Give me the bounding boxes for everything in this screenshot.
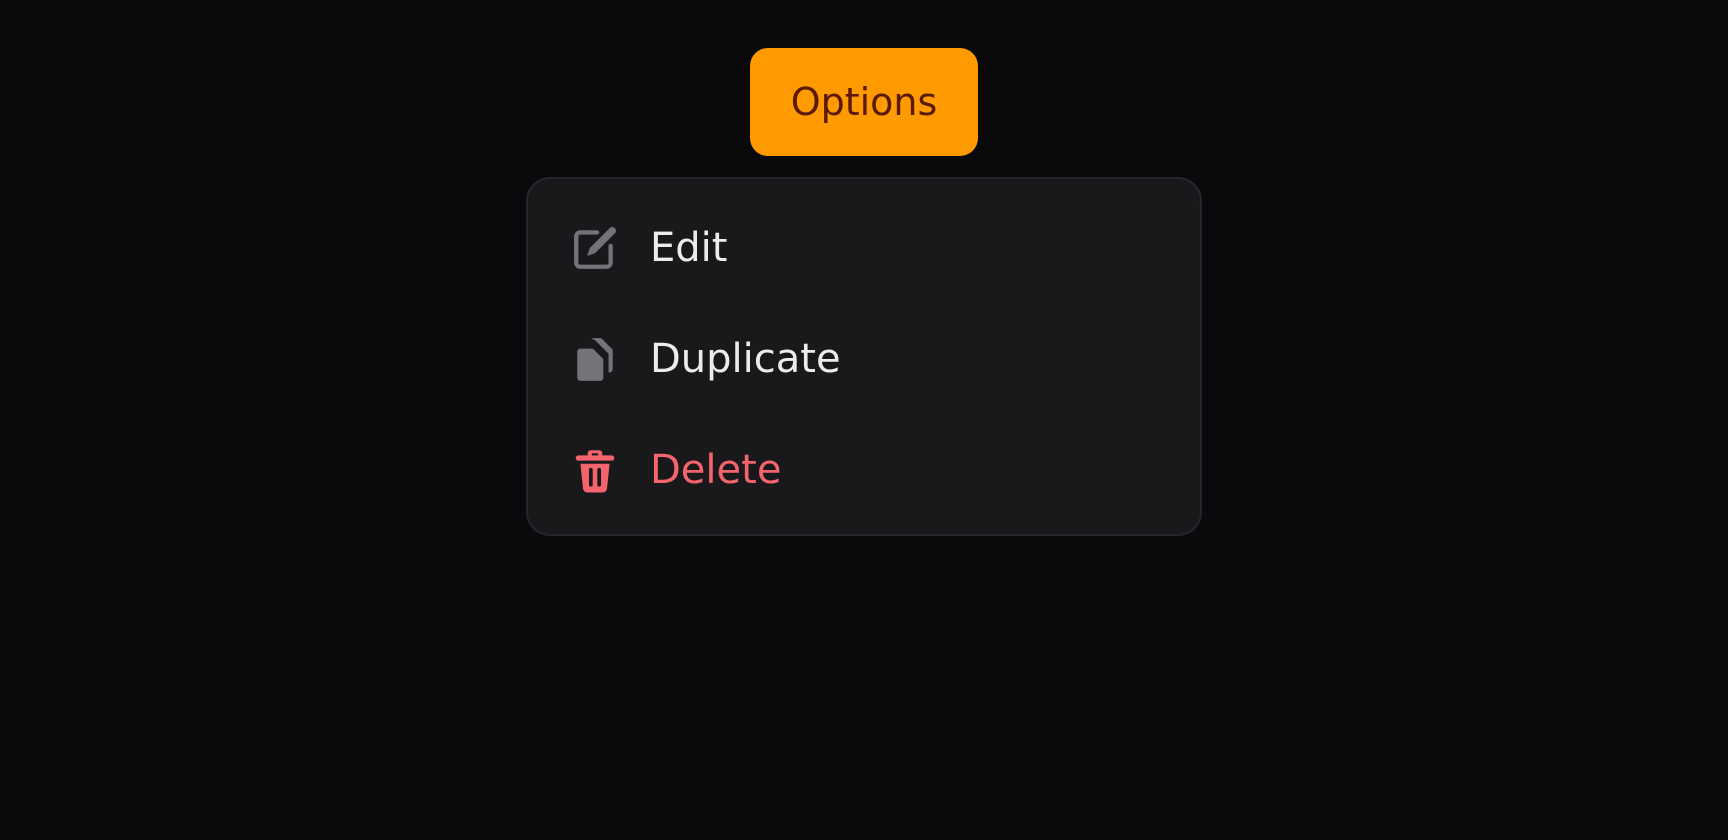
- page: Options Edit Duplicate Delete: [0, 0, 1728, 840]
- menu-item-label: Edit: [650, 224, 728, 271]
- menu-item-duplicate[interactable]: Duplicate: [528, 303, 1200, 414]
- menu-item-label: Delete: [650, 446, 782, 493]
- duplicate-icon: [570, 334, 620, 384]
- menu-item-delete[interactable]: Delete: [528, 414, 1200, 525]
- trash-icon: [570, 445, 620, 495]
- options-menu: Edit Duplicate Delete: [526, 177, 1202, 536]
- edit-icon: [570, 223, 620, 273]
- options-button[interactable]: Options: [750, 48, 978, 156]
- menu-item-label: Duplicate: [650, 335, 841, 382]
- menu-item-edit[interactable]: Edit: [528, 192, 1200, 303]
